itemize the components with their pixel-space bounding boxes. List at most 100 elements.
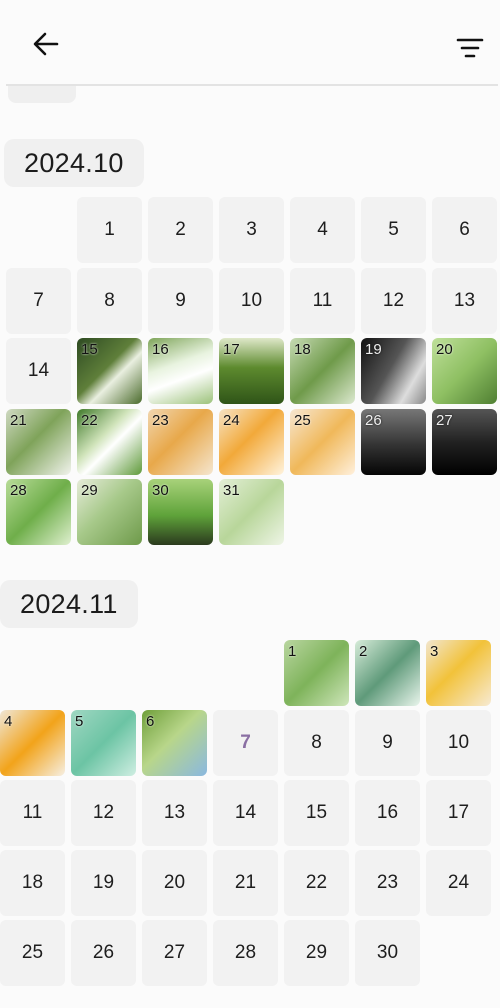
filter-lines-icon: [456, 38, 484, 58]
day-number: 30: [152, 482, 169, 499]
day-number: 24: [223, 411, 240, 429]
day-cell[interactable]: 10: [219, 267, 284, 334]
day-cell[interactable]: 24: [426, 850, 491, 916]
day-number: 2: [359, 643, 368, 660]
day-cell[interactable]: 3: [219, 197, 284, 263]
day-cell[interactable]: 22: [77, 408, 142, 475]
day-cell[interactable]: 5: [361, 197, 426, 263]
day-number: 16: [152, 341, 169, 358]
day-cell[interactable]: 24: [219, 408, 284, 475]
day-cell[interactable]: 4: [0, 710, 65, 776]
day-cell[interactable]: 25: [290, 408, 355, 475]
day-number: 6: [459, 219, 470, 240]
day-number: 26: [92, 942, 115, 963]
day-cell[interactable]: 31: [219, 479, 284, 545]
day-number: 19: [92, 872, 115, 893]
day-cell[interactable]: 16: [148, 338, 213, 404]
day-cell[interactable]: 1: [77, 197, 142, 263]
day-cell[interactable]: 20: [142, 850, 207, 916]
day-cell[interactable]: 3: [426, 640, 491, 706]
back-button[interactable]: [28, 26, 64, 62]
day-cell[interactable]: 12: [361, 267, 426, 334]
day-cell[interactable]: 17: [426, 780, 491, 846]
day-cell[interactable]: 28: [6, 479, 71, 545]
day-cell[interactable]: 26: [71, 920, 136, 986]
day-cell[interactable]: 8: [77, 267, 142, 334]
day-cell[interactable]: 26: [361, 408, 426, 475]
day-number: 21: [234, 872, 257, 893]
day-cell[interactable]: 21: [6, 408, 71, 475]
day-number: 7: [240, 732, 251, 753]
day-number: 18: [21, 872, 44, 893]
day-cell[interactable]: 20: [432, 338, 497, 404]
day-cell[interactable]: 9: [355, 710, 420, 776]
day-cell[interactable]: 9: [148, 267, 213, 334]
day-number: 5: [388, 219, 399, 240]
day-cell[interactable]: 10: [426, 710, 491, 776]
day-cell[interactable]: 7: [6, 267, 71, 334]
day-number: 28: [10, 482, 27, 499]
day-number: 8: [104, 289, 115, 311]
day-cell[interactable]: 11: [0, 780, 65, 846]
day-cell[interactable]: 29: [284, 920, 349, 986]
day-cell[interactable]: 6: [432, 197, 497, 263]
day-cell[interactable]: 4: [290, 197, 355, 263]
day-number: 17: [223, 341, 240, 358]
day-cell[interactable]: 14: [213, 780, 278, 846]
day-number: 9: [382, 732, 393, 753]
day-number: 23: [376, 872, 399, 893]
day-cell[interactable]: 7: [213, 710, 278, 776]
day-cell[interactable]: 13: [432, 267, 497, 334]
previous-month-chip-stub: [8, 86, 76, 103]
day-number: 29: [81, 482, 98, 499]
day-number: 3: [430, 643, 439, 660]
day-number: 20: [163, 872, 186, 893]
day-number: 31: [223, 482, 240, 499]
day-number: 5: [75, 713, 84, 730]
day-cell[interactable]: 22: [284, 850, 349, 916]
day-number: 17: [447, 802, 470, 823]
day-cell[interactable]: 30: [355, 920, 420, 986]
day-cell[interactable]: 8: [284, 710, 349, 776]
day-cell[interactable]: 27: [432, 408, 497, 475]
day-cell[interactable]: 23: [355, 850, 420, 916]
day-cell[interactable]: 19: [71, 850, 136, 916]
day-number: 23: [152, 411, 169, 429]
day-cell[interactable]: 18: [290, 338, 355, 404]
day-number: 8: [311, 732, 322, 753]
day-number: 21: [10, 411, 27, 429]
day-number: 15: [81, 341, 98, 358]
day-cell[interactable]: 21: [213, 850, 278, 916]
day-cell[interactable]: 28: [213, 920, 278, 986]
day-cell[interactable]: 29: [77, 479, 142, 545]
day-cell[interactable]: 19: [361, 338, 426, 404]
day-cell[interactable]: 15: [77, 338, 142, 404]
day-cell[interactable]: 13: [142, 780, 207, 846]
day-number: 15: [305, 802, 328, 823]
day-cell[interactable]: 17: [219, 338, 284, 404]
day-cell[interactable]: 12: [71, 780, 136, 846]
day-cell[interactable]: 2: [355, 640, 420, 706]
arrow-left-icon: [33, 32, 59, 56]
day-cell[interactable]: 30: [148, 479, 213, 545]
day-number: 10: [447, 732, 470, 753]
day-cell[interactable]: 27: [142, 920, 207, 986]
day-cell[interactable]: 5: [71, 710, 136, 776]
day-number: 16: [376, 802, 399, 823]
day-number: 14: [234, 802, 257, 823]
day-cell[interactable]: 16: [355, 780, 420, 846]
top-bar: [0, 0, 500, 86]
day-cell[interactable]: 11: [290, 267, 355, 334]
day-cell[interactable]: 2: [148, 197, 213, 263]
day-cell[interactable]: 23: [148, 408, 213, 475]
day-cell[interactable]: 15: [284, 780, 349, 846]
day-cell[interactable]: 14: [6, 338, 71, 404]
day-cell[interactable]: 25: [0, 920, 65, 986]
day-cell[interactable]: 18: [0, 850, 65, 916]
day-number: 29: [305, 942, 328, 963]
month-label-november: 2024.11: [0, 580, 138, 628]
day-cell[interactable]: 1: [284, 640, 349, 706]
day-cell[interactable]: 6: [142, 710, 207, 776]
filter-button[interactable]: [452, 30, 488, 66]
day-number: 9: [175, 289, 186, 311]
